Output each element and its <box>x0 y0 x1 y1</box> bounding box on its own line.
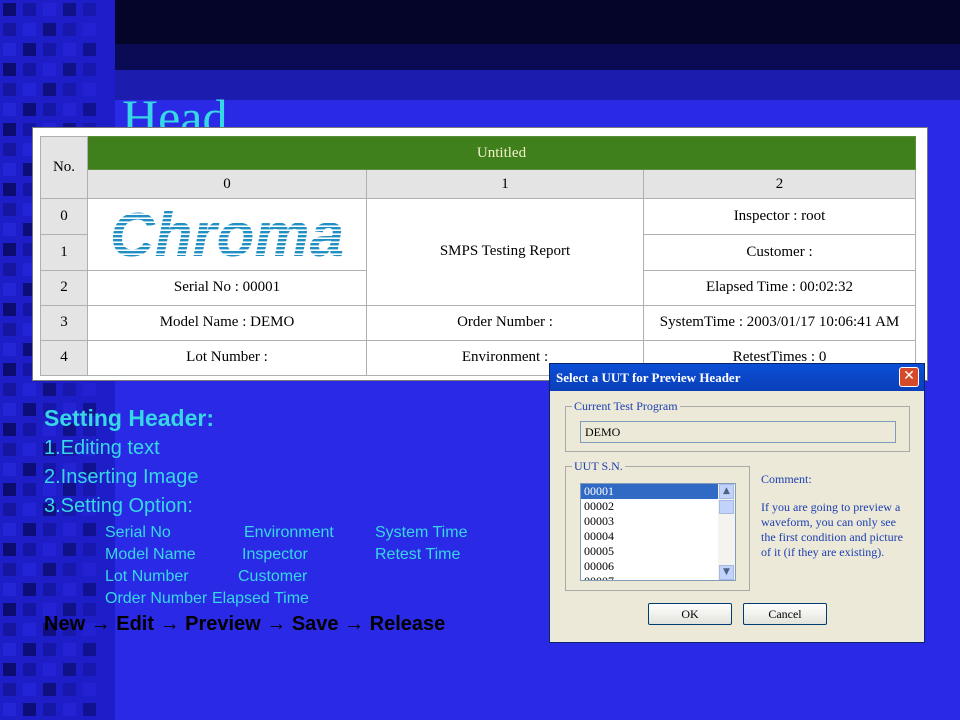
setting-item: 3.Setting Option: <box>44 495 193 517</box>
list-item[interactable]: 00002 <box>581 499 721 514</box>
column-number: 2 <box>642 169 917 200</box>
row-number: 1 <box>40 233 88 271</box>
current-program-label: Current Test Program <box>572 399 680 414</box>
setting-section: Setting Header: 1.Editing text 2.Inserti… <box>44 405 214 521</box>
logo-cell: Chroma <box>87 198 367 271</box>
close-icon: ✕ <box>903 368 915 384</box>
option-label: Serial No <box>105 524 171 541</box>
scroll-down-icon[interactable]: ▼ <box>719 565 734 580</box>
uut-sn-label: UUT S.N. <box>572 459 625 474</box>
ok-button[interactable]: OK <box>648 603 732 625</box>
table-title: Untitled <box>86 135 917 171</box>
row-number: 3 <box>40 304 88 341</box>
list-item[interactable]: 00001 <box>581 484 721 499</box>
customer-cell: Customer : <box>642 233 917 271</box>
row-number: 0 <box>40 198 88 235</box>
setting-item: 1.Editing text <box>44 437 160 459</box>
column-number: 0 <box>87 169 367 200</box>
lot-number-cell: Lot Number : <box>87 339 367 377</box>
option-label: Model Name <box>105 546 196 563</box>
order-number-cell: Order Number : <box>366 304 644 341</box>
list-item[interactable]: 00005 <box>581 544 721 559</box>
option-label: Environment <box>244 524 334 541</box>
preview-header-dialog: Select a UUT for Preview Header ✕ Curren… <box>549 363 925 643</box>
comment-block: Comment: If you are going to preview a w… <box>761 472 913 560</box>
list-item[interactable]: 00006 <box>581 559 721 574</box>
system-time-cell: SystemTime : 2003/01/17 10:06:41 AM <box>642 304 917 341</box>
scroll-thumb[interactable] <box>719 500 734 514</box>
col-header-no: No. <box>40 135 88 200</box>
list-item[interactable]: 00004 <box>581 529 721 544</box>
list-item[interactable]: 00007 <box>581 574 721 580</box>
current-program-field: DEMO <box>580 421 896 443</box>
setting-item: 2.Inserting Image <box>44 466 199 488</box>
option-row: Order Number Elapsed Time <box>105 588 525 610</box>
setting-options: Serial No Environment System Time Model … <box>105 522 525 610</box>
report-preview: No. Untitled 0 1 2 0 Chroma SMPS Testing… <box>33 128 927 380</box>
row-number: 2 <box>40 269 88 306</box>
current-program-group: Current Test Program DEMO <box>565 399 910 452</box>
uut-list[interactable]: 00001 00002 00003 00004 00005 00006 0000… <box>580 483 736 581</box>
logo-text: Chroma <box>110 201 344 269</box>
comment-text: If you are going to preview a waveform, … <box>761 500 903 559</box>
option-row: Serial No Environment System Time <box>105 522 525 544</box>
option-label: Elapsed Time <box>212 590 309 607</box>
cancel-button[interactable]: Cancel <box>743 603 827 625</box>
uut-sn-group: UUT S.N. 00001 00002 00003 00004 00005 0… <box>565 459 750 591</box>
option-label: Inspector <box>242 546 308 563</box>
option-row: Model Name Inspector Retest Time <box>105 544 525 566</box>
option-label: System Time <box>375 524 468 541</box>
elapsed-time-cell: Elapsed Time : 00:02:32 <box>642 269 917 306</box>
list-item[interactable]: 00003 <box>581 514 721 529</box>
option-row: Lot Number Customer <box>105 566 525 588</box>
serial-no-cell: Serial No : 00001 <box>87 269 367 306</box>
option-label: Lot Number <box>105 568 189 585</box>
report-table: No. Untitled 0 1 2 0 Chroma SMPS Testing… <box>40 135 917 377</box>
list-scrollbar[interactable]: ▲ ▼ <box>718 484 735 580</box>
close-button[interactable]: ✕ <box>899 367 919 387</box>
option-label: Order Number <box>105 590 208 607</box>
inspector-cell: Inspector : root <box>642 198 917 235</box>
comment-title: Comment: <box>761 472 812 486</box>
option-label: Customer <box>238 568 308 585</box>
row-number: 4 <box>40 339 88 377</box>
dialog-titlebar[interactable]: Select a UUT for Preview Header ✕ <box>550 364 924 391</box>
workflow-text: New → Edit → Preview → Save → Release <box>44 613 446 635</box>
setting-heading: Setting Header: <box>44 405 214 431</box>
report-title: SMPS Testing Report <box>366 198 644 306</box>
scroll-up-icon[interactable]: ▲ <box>719 484 734 499</box>
dialog-title: Select a UUT for Preview Header <box>556 370 741 385</box>
model-name-cell: Model Name : DEMO <box>87 304 367 341</box>
option-label: Retest Time <box>375 546 461 563</box>
column-number: 1 <box>366 169 644 200</box>
chroma-logo: Chroma <box>110 201 344 269</box>
